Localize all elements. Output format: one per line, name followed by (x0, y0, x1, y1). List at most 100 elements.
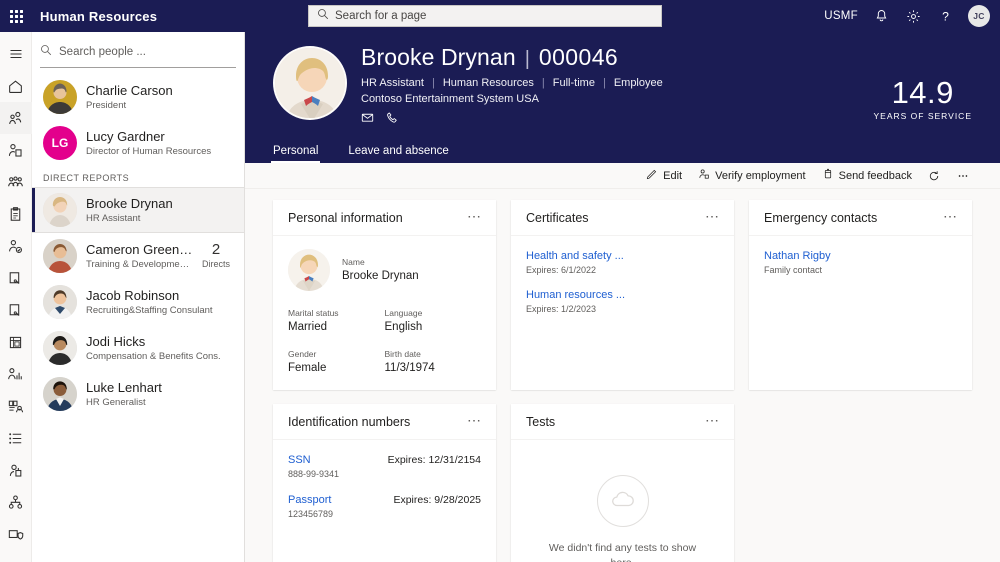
list-icon[interactable] (0, 422, 32, 454)
card-title: Personal information (288, 210, 403, 225)
certificate-expiry: Expires: 6/1/2022 (526, 265, 597, 275)
ellipsis-icon[interactable]: ⋯ (943, 209, 958, 224)
certificate-link[interactable]: Human resources ... (526, 288, 719, 303)
doc-hand2-icon[interactable] (0, 294, 32, 326)
legal-entity-selector[interactable]: USMF (824, 10, 858, 22)
empty-state-message: We didn't find any tests to show here. (548, 542, 697, 562)
identification-expiry: Expires: 9/28/2025 (393, 494, 481, 506)
home-icon[interactable] (0, 70, 32, 102)
identification-type-link[interactable]: Passport (288, 493, 333, 508)
benefits-icon[interactable] (0, 326, 32, 358)
identification-type-link[interactable]: SSN (288, 453, 339, 468)
directs-count: 2 Directs (202, 242, 234, 270)
global-search-input[interactable]: Search for a page (308, 5, 662, 27)
card-header: Certificates ⋯ (511, 200, 734, 236)
employees-icon[interactable] (0, 102, 32, 134)
performance-icon[interactable] (0, 454, 32, 486)
clipboard-icon[interactable] (0, 198, 32, 230)
person-name: Lucy Gardner (86, 128, 165, 144)
avatar-initials: LG (43, 126, 77, 160)
user-avatar[interactable]: JC (968, 5, 990, 27)
tab-personal[interactable]: Personal (271, 140, 321, 163)
employee-name: Brooke Drynan (361, 44, 516, 70)
table-row: SSN 888-99-9341 Expires: 12/31/2154 (288, 453, 481, 481)
bell-icon[interactable] (872, 7, 890, 25)
list-item-brooke-drynan[interactable]: Brooke Drynan HR Assistant (32, 187, 244, 233)
emergency-contact-link[interactable]: Nathan Rigby (764, 249, 957, 264)
person-title: HR Generalist (86, 396, 146, 408)
meta-divider: | (431, 77, 435, 89)
card-title: Tests (526, 414, 556, 429)
avatar (43, 193, 77, 227)
card-header: Identification numbers ⋯ (273, 404, 496, 440)
employee-company: Contoso Entertainment System USA (361, 93, 539, 105)
field-gender: Gender Female (288, 348, 385, 376)
person-title: Director of Human Resources (86, 145, 212, 157)
card-grid: Personal information ⋯ Name Brooke Dryna… (273, 200, 972, 562)
person-check-icon[interactable] (0, 230, 32, 262)
group-icon[interactable] (0, 166, 32, 198)
field-label: Marital status (288, 308, 339, 318)
list-item-jacob-robinson[interactable]: Jacob Robinson Recruiting&Staffing Consu… (32, 279, 244, 325)
card-title: Emergency contacts (764, 210, 878, 225)
edit-label: Edit (663, 169, 683, 182)
hamburger-menu-icon[interactable] (0, 38, 32, 70)
people-search-input[interactable]: Search people ... (40, 38, 236, 68)
field-birth-date: Birth date 11/3/1974 (385, 348, 482, 376)
list-item-lucy-gardner[interactable]: LG Lucy Gardner Director of Human Resour… (32, 120, 244, 166)
employee-id: 000046 (538, 44, 619, 70)
employee-meta: HR Assistant | Human Resources | Full-ti… (361, 77, 663, 89)
years-of-service-label: YEARS OF SERVICE (873, 111, 972, 121)
card-header: Tests ⋯ (511, 404, 734, 440)
ellipsis-icon[interactable]: ⋯ (467, 413, 482, 428)
pencil-icon (646, 168, 658, 183)
certificate-link[interactable]: Health and safety ... (526, 249, 719, 264)
ellipsis-icon[interactable]: ⋯ (467, 209, 482, 224)
meta-divider: | (602, 77, 606, 89)
content-area: Personal information ⋯ Name Brooke Dryna… (245, 190, 1000, 562)
directs-label: Directs (201, 259, 230, 269)
list-item-jodi-hicks[interactable]: Jodi Hicks Compensation & Benefits Cons. (32, 325, 244, 371)
avatar (43, 377, 77, 411)
card-identification-numbers: Identification numbers ⋯ SSN 888-99-9341… (273, 404, 496, 562)
tab-leave-and-absence[interactable]: Leave and absence (346, 140, 450, 163)
overflow-ellipsis-icon[interactable] (956, 170, 970, 182)
phone-icon[interactable] (386, 111, 399, 124)
name-id-separator: | (524, 48, 530, 70)
edit-button[interactable]: Edit (646, 168, 682, 183)
list-item: Human resources ... Expires: 1/2/2023 (526, 288, 719, 316)
gear-icon[interactable] (904, 7, 922, 25)
card-tests: Tests ⋯ We didn't find any tests to show… (511, 404, 734, 562)
mail-icon[interactable] (361, 111, 374, 124)
ellipsis-icon[interactable]: ⋯ (705, 413, 720, 428)
feedback-icon (822, 168, 834, 183)
identification-number: 888-99-9341 (288, 469, 340, 479)
employee-contact-actions (361, 111, 663, 124)
send-feedback-button[interactable]: Send feedback (822, 168, 912, 183)
shield-badge-icon[interactable] (0, 518, 32, 550)
doc-hand-icon[interactable] (0, 262, 32, 294)
person-title: Compensation & Benefits Cons. (86, 350, 221, 362)
person-doc-icon[interactable] (0, 134, 32, 166)
person-name: Jodi Hicks (86, 333, 146, 349)
list-item-luke-lenhart[interactable]: Luke Lenhart HR Generalist (32, 371, 244, 417)
verify-employment-button[interactable]: Verify employment (698, 168, 806, 183)
list-item-charlie-carson[interactable]: Charlie Carson President (32, 74, 244, 120)
meta-divider: | (541, 77, 545, 89)
question-mark-icon[interactable]: ? (936, 7, 954, 25)
employee-tabs: Personal Leave and absence (271, 140, 451, 163)
orgchart-icon[interactable] (0, 390, 32, 422)
hierarchy-icon[interactable] (0, 486, 32, 518)
list-item-cameron-greenway[interactable]: Cameron Greenw... Training & Development… (32, 233, 244, 279)
field-marital-status: Marital status Married (288, 307, 385, 335)
person-chart-icon[interactable] (0, 358, 32, 390)
people-search-placeholder: Search people ... (59, 45, 146, 58)
ellipsis-icon[interactable]: ⋯ (705, 209, 720, 224)
field-label-name: Name (342, 257, 365, 267)
search-icon (40, 43, 52, 61)
refresh-icon[interactable] (928, 170, 940, 182)
field-label: Language (384, 308, 423, 318)
app-launcher-icon[interactable] (0, 0, 32, 32)
card-body: Name Brooke Drynan Marital status Marrie… (273, 236, 496, 390)
field-value-name: Brooke Drynan (342, 270, 419, 282)
